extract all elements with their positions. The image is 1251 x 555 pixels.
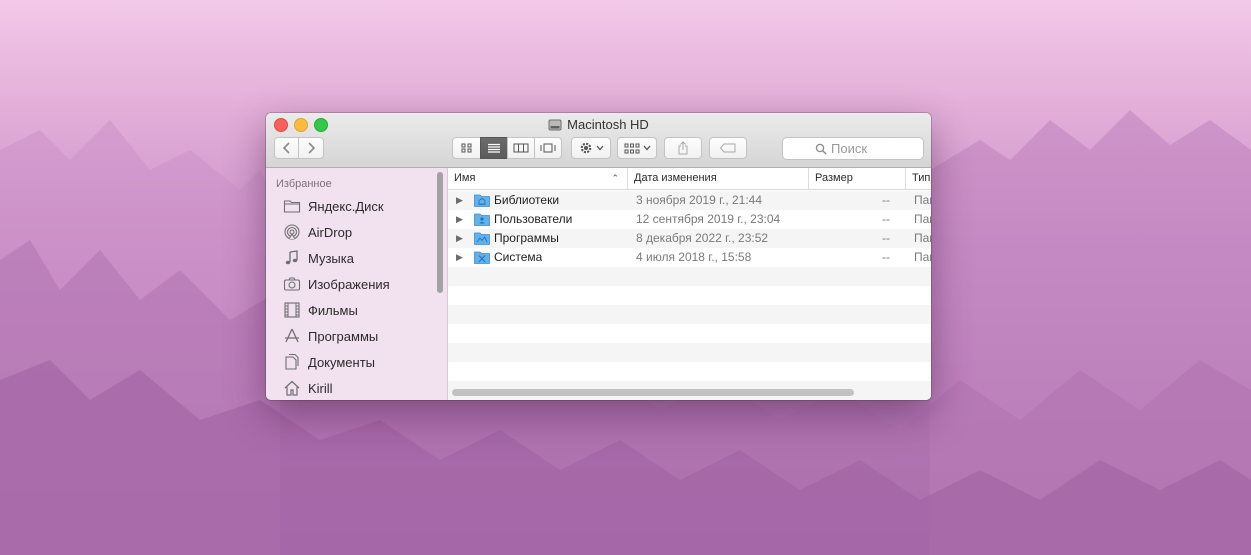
gear-icon — [580, 142, 591, 154]
home-icon — [284, 380, 300, 396]
column-header-date[interactable]: Дата изменения — [628, 168, 809, 189]
gallery-view-button[interactable] — [534, 137, 562, 159]
horizontal-scrollbar[interactable] — [452, 389, 854, 396]
search-field[interactable] — [782, 137, 924, 160]
empty-row — [448, 324, 931, 343]
file-date: 3 ноября 2019 г., 21:44 — [636, 193, 763, 207]
column-header-name[interactable]: Имя ⌃ — [448, 168, 628, 189]
chevron-right-icon — [308, 142, 316, 154]
sidebar-item-label: Kirill — [308, 380, 333, 396]
empty-row — [448, 305, 931, 324]
camera-icon — [283, 277, 301, 291]
applications-folder-icon — [474, 232, 490, 245]
list-view-button[interactable] — [480, 137, 508, 159]
file-kind: Папка — [914, 212, 931, 226]
chevron-left-icon — [282, 142, 290, 154]
file-name: Система — [494, 250, 543, 264]
sidebar-item-label: Фильмы — [308, 302, 358, 318]
file-name: Пользователи — [494, 212, 573, 226]
documents-icon — [285, 353, 299, 370]
sort-ascending-icon: ⌃ — [611, 173, 619, 183]
gallery-view-icon — [540, 143, 556, 153]
folder-icon — [283, 200, 301, 213]
disclosure-triangle-icon[interactable]: ▶ — [456, 248, 466, 267]
file-list: Имя ⌃ Дата изменения Размер Тип ▶ Библио… — [448, 168, 931, 400]
file-name: Программы — [494, 231, 559, 245]
share-button[interactable] — [664, 137, 702, 159]
sidebar-item-yandex-disk[interactable]: Яндекс.Диск — [283, 195, 384, 217]
table-row[interactable]: ▶ Библиотеки 3 ноября 2019 г., 21:44 -- … — [448, 191, 931, 210]
file-size: -- — [882, 193, 890, 207]
table-row[interactable]: ▶ Система 4 июля 2018 г., 15:58 -- Папка — [448, 248, 931, 267]
table-row[interactable]: ▶ Пользователи 12 сентября 2019 г., 23:0… — [448, 210, 931, 229]
file-date: 4 июля 2018 г., 15:58 — [636, 250, 752, 264]
chevron-down-icon — [596, 145, 603, 151]
music-icon — [285, 250, 298, 265]
sidebar-section-favorites: Избранное — [276, 178, 332, 190]
tags-button[interactable] — [709, 137, 747, 159]
list-view-icon — [488, 143, 500, 153]
icon-view-button[interactable] — [452, 137, 481, 159]
file-date: 8 декабря 2022 г., 23:52 — [636, 231, 769, 245]
hard-drive-icon — [548, 119, 562, 131]
group-menu-button[interactable] — [617, 137, 657, 159]
forward-button[interactable] — [298, 137, 324, 159]
search-icon — [815, 143, 827, 154]
sidebar-item-pictures[interactable]: Изображения — [283, 273, 390, 295]
applications-icon — [285, 328, 299, 343]
file-kind: Папка — [914, 193, 931, 207]
column-view-button[interactable] — [507, 137, 535, 159]
titlebar: Macintosh HD — [266, 113, 931, 168]
group-grid-icon — [624, 143, 639, 153]
sidebar-item-label: Изображения — [308, 276, 390, 292]
column-header-size[interactable]: Размер — [809, 168, 906, 189]
chevron-down-icon — [643, 145, 650, 151]
empty-row — [448, 267, 931, 286]
tag-icon — [719, 143, 736, 153]
sidebar-item-label: AirDrop — [308, 224, 353, 240]
finder-window: Macintosh HD Поиск Избранное Яндекс.Диск… — [266, 113, 931, 400]
file-kind: Папка — [914, 231, 931, 245]
file-size: -- — [882, 250, 890, 264]
window-title-text: Macintosh HD — [567, 117, 649, 132]
file-name: Библиотеки — [494, 193, 560, 207]
empty-row — [448, 343, 931, 362]
system-folder-icon — [474, 251, 490, 264]
users-folder-icon — [474, 213, 490, 226]
sidebar-item-home[interactable]: Kirill — [283, 377, 333, 399]
sidebar-item-movies[interactable]: Фильмы — [283, 299, 358, 321]
sidebar-item-airdrop[interactable]: AirDrop — [283, 221, 352, 243]
file-size: -- — [882, 212, 890, 226]
empty-row — [448, 362, 931, 381]
sidebar: Избранное Яндекс.Диск AirDrop Музыка Изо… — [266, 168, 448, 400]
file-size: -- — [882, 231, 890, 245]
sidebar-item-label: Музыка — [308, 250, 354, 266]
window-title: Macintosh HD — [266, 117, 931, 133]
sidebar-item-music[interactable]: Музыка — [283, 247, 354, 269]
icon-view-icon — [461, 143, 471, 153]
back-button[interactable] — [274, 137, 299, 159]
sidebar-item-documents[interactable]: Документы — [283, 351, 375, 373]
file-date: 12 сентября 2019 г., 23:04 — [636, 212, 781, 226]
sidebar-item-applications[interactable]: Программы — [283, 325, 378, 347]
table-row[interactable]: ▶ Программы 8 декабря 2022 г., 23:52 -- … — [448, 229, 931, 248]
file-kind: Папка — [914, 250, 931, 264]
library-folder-icon — [474, 194, 490, 207]
share-icon — [678, 141, 688, 155]
disclosure-triangle-icon[interactable]: ▶ — [456, 229, 466, 248]
action-menu-button[interactable] — [571, 137, 611, 159]
empty-row — [448, 286, 931, 305]
sidebar-item-label: Программы — [308, 328, 379, 344]
column-view-icon — [513, 143, 529, 153]
search-input[interactable] — [827, 141, 891, 156]
airdrop-icon — [284, 224, 300, 240]
disclosure-triangle-icon[interactable]: ▶ — [456, 191, 466, 210]
sidebar-scrollbar[interactable] — [437, 172, 443, 293]
sidebar-item-label: Документы — [308, 354, 376, 370]
column-header-row: Имя ⌃ Дата изменения Размер Тип — [448, 168, 931, 190]
disclosure-triangle-icon[interactable]: ▶ — [456, 210, 466, 229]
film-icon — [284, 302, 300, 318]
sidebar-item-label: Яндекс.Диск — [308, 198, 384, 214]
column-header-kind[interactable]: Тип — [906, 168, 931, 189]
